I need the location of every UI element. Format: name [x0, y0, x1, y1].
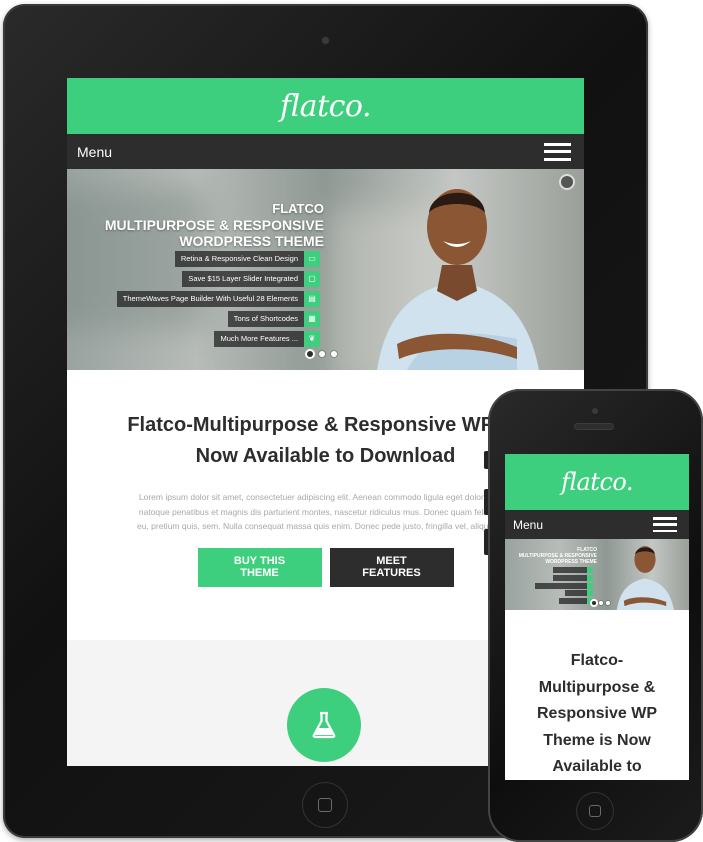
phone-site-logo[interactable]: flatco.	[561, 468, 634, 496]
phone-speaker	[575, 424, 613, 429]
phone-home-button[interactable]	[576, 792, 614, 830]
hero-feature: Save $15 Layer Slider Integrated ▢	[117, 271, 320, 287]
phone-menu-bar[interactable]: Menu	[505, 510, 689, 539]
hero-feature-label: Save $15 Layer Slider Integrated	[182, 271, 304, 287]
phone-hero-feature-list	[535, 567, 593, 606]
leaf-icon: ❦	[304, 331, 320, 347]
meet-features-button[interactable]: MEET FEATURES	[329, 547, 454, 587]
phone-site-header: flatco.	[505, 454, 689, 510]
phone-hero-title-line-3: WORDPRESS THEME	[545, 559, 597, 565]
phone-intro-heading-line: Multipurpose &	[538, 678, 656, 696]
phone-mute-switch	[484, 451, 488, 469]
phone-device: flatco. Menu FLATCO MULTIPURPOSE & RESPO…	[484, 389, 703, 842]
phone-hero-feature	[535, 567, 593, 573]
phone-hero-slider: FLATCO MULTIPURPOSE & RESPONSIVE WORDPRE…	[505, 539, 689, 610]
tablet-camera	[322, 37, 329, 44]
hero-feature-label: Tons of Shortcodes	[227, 311, 304, 327]
hero-slider: FLATCO MULTIPURPOSE & RESPONSIVE WORDPRE…	[67, 169, 584, 370]
grid-icon: ▦	[304, 311, 320, 327]
hero-feature: ThemeWaves Page Builder With Useful 28 E…	[116, 291, 320, 307]
site-logo[interactable]: flatco.	[280, 89, 372, 124]
phone-hero-title: FLATCO MULTIPURPOSE & RESPONSIVE WORDPRE…	[519, 547, 597, 565]
monitor-icon: ▭	[304, 251, 320, 267]
phone-intro-section: Flatco- Multipurpose & Responsive WP The…	[505, 610, 689, 780]
hero-feature-list: Retina & Responsive Clean Design ▭ Save …	[116, 251, 320, 351]
slider-dot[interactable]	[319, 351, 325, 357]
phone-hero-feature	[535, 574, 593, 581]
phone-screen: flatco. Menu FLATCO MULTIPURPOSE & RESPO…	[505, 454, 689, 780]
slider-pause-button[interactable]	[561, 176, 573, 188]
phone-volume-down	[484, 529, 488, 555]
phone-menu-label[interactable]: Menu	[513, 518, 543, 532]
hero-feature-label: Retina & Responsive Clean Design	[174, 251, 304, 267]
phone-intro-heading-line: Available to	[552, 758, 642, 775]
phone-slider-dot[interactable]	[599, 601, 603, 605]
phone-intro-heading-line: Theme is Now	[543, 731, 651, 749]
hero-person-image	[377, 189, 539, 370]
builder-icon: ▤	[304, 291, 320, 307]
phone-slider-dot[interactable]	[592, 601, 596, 605]
buy-theme-button[interactable]: BUY THIS THEME	[197, 547, 322, 587]
phone-volume-up	[484, 489, 488, 515]
hero-feature: Tons of Shortcodes ▦	[117, 311, 320, 327]
hero-title-line-2: MULTIPURPOSE & RESPONSIVE	[104, 217, 324, 233]
phone-hero-feature	[535, 582, 593, 589]
hamburger-icon[interactable]	[544, 142, 571, 161]
site-header: flatco.	[67, 78, 584, 134]
hero-title: FLATCO MULTIPURPOSE & RESPONSIVE WORDPRE…	[105, 201, 324, 249]
phone-intro-heading: Flatco- Multipurpose & Responsive WP The…	[505, 648, 689, 780]
hero-title-line-3: WORDPRESS THEME	[179, 233, 324, 249]
hero-feature: Much More Features ... ❦	[117, 331, 320, 347]
slider-dots	[307, 351, 337, 357]
phone-hamburger-icon[interactable]	[653, 517, 677, 532]
tablet-home-button[interactable]	[302, 782, 348, 828]
screen-icon: ▢	[304, 271, 320, 287]
hero-title-line-1: FLATCO	[272, 201, 324, 216]
phone-hero-feature	[535, 590, 593, 597]
menu-bar[interactable]: Menu	[67, 134, 584, 169]
hero-feature: Retina & Responsive Clean Design ▭	[117, 251, 320, 267]
phone-camera	[592, 408, 598, 414]
phone-intro-heading-line: Responsive WP	[536, 705, 658, 722]
phone-hero-feature	[535, 598, 593, 605]
slider-dot[interactable]	[307, 351, 313, 357]
hero-feature-label: ThemeWaves Page Builder With Useful 28 E…	[116, 291, 304, 307]
flask-icon	[287, 688, 361, 762]
phone-slider-dots	[592, 601, 610, 605]
menu-label[interactable]: Menu	[77, 144, 112, 160]
hero-feature-label: Much More Features ...	[214, 331, 304, 347]
phone-intro-heading-line: Flatco-	[570, 652, 624, 669]
phone-slider-dot[interactable]	[606, 601, 610, 605]
slider-dot[interactable]	[331, 351, 337, 357]
phone-hero-person-image	[616, 546, 674, 610]
